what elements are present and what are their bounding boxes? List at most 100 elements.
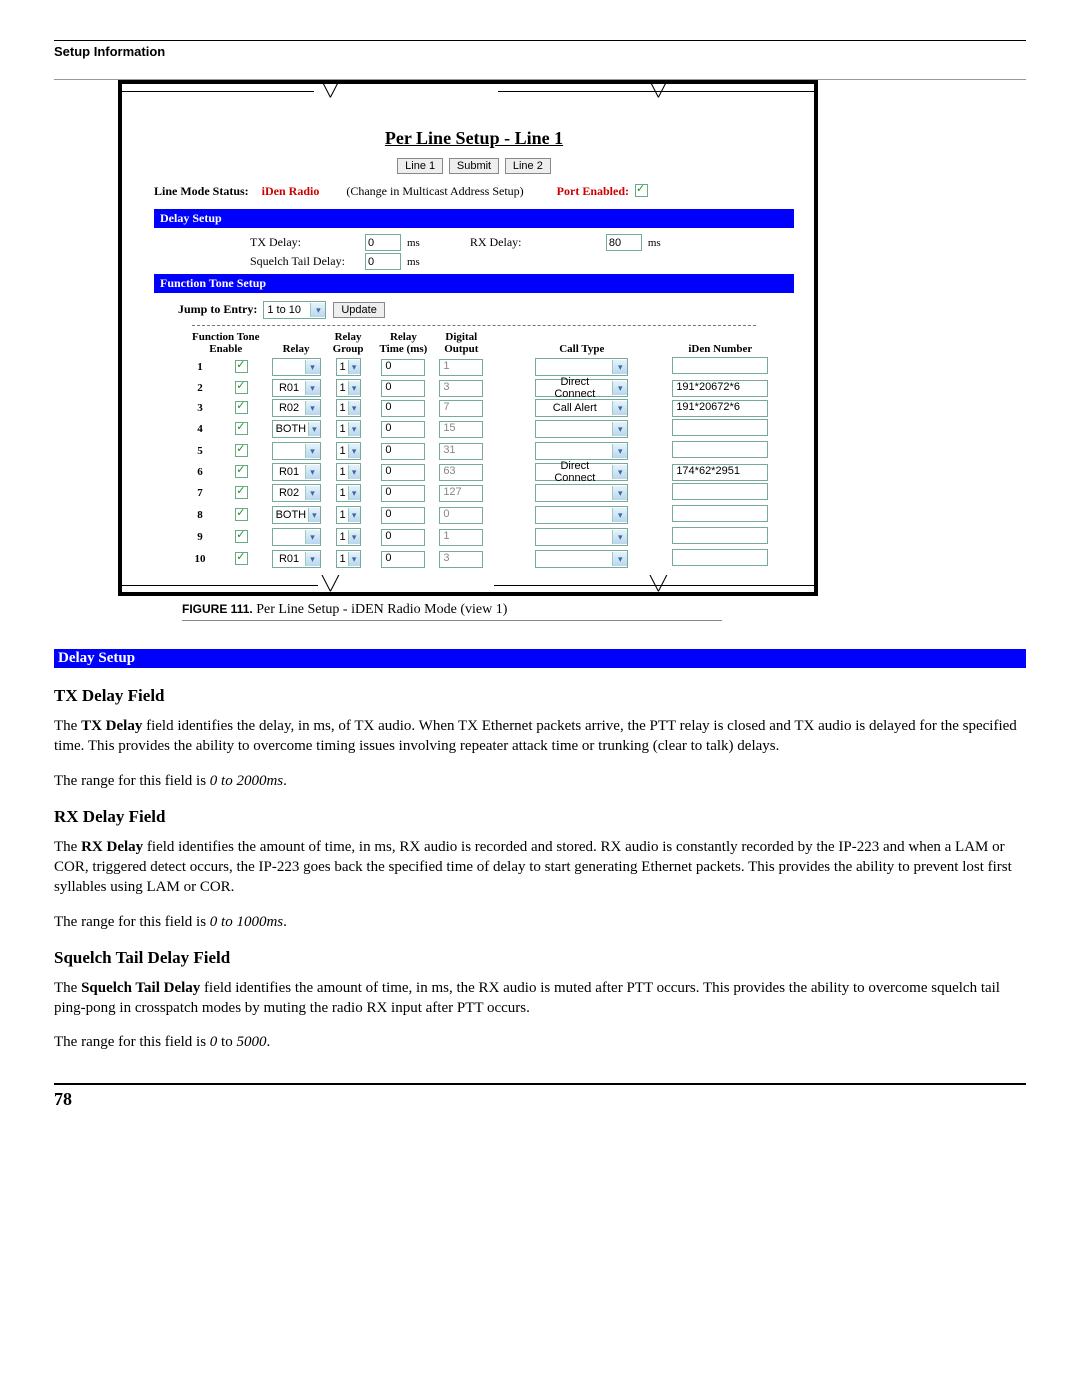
chevron-down-icon: ▾ — [310, 303, 325, 317]
relay-time-input[interactable]: 0 — [381, 421, 425, 438]
update-button[interactable]: Update — [333, 302, 384, 318]
call-type-select[interactable]: ▾ — [535, 420, 628, 438]
call-type-select[interactable]: Direct Connect▾ — [535, 463, 628, 481]
iden-number-input[interactable]: 174*62*2951 — [672, 464, 768, 481]
submit-button[interactable]: Submit — [449, 158, 499, 174]
chevron-down-icon: ▾ — [348, 360, 360, 374]
row-index: 4 — [184, 418, 216, 440]
relay-time-input[interactable]: 0 — [381, 464, 425, 481]
rx-delay-unit: ms — [648, 237, 661, 249]
enable-checkbox[interactable] — [235, 444, 248, 457]
squelch-delay-input[interactable] — [365, 253, 401, 270]
tx-delay-unit: ms — [407, 237, 420, 249]
iden-number-input[interactable] — [672, 357, 768, 374]
chevron-down-icon: ▾ — [612, 552, 627, 566]
call-type-select[interactable]: ▾ — [535, 442, 628, 460]
enable-checkbox[interactable] — [235, 465, 248, 478]
relay-select[interactable]: R02▾ — [272, 399, 321, 417]
rx-delay-input[interactable] — [606, 234, 642, 251]
enable-checkbox[interactable] — [235, 381, 248, 394]
line1-button[interactable]: Line 1 — [397, 158, 443, 174]
relay-group-select[interactable]: 1▾ — [336, 399, 361, 417]
relay-select[interactable]: R02▾ — [272, 484, 321, 502]
relay-time-input[interactable]: 0 — [381, 359, 425, 376]
dashed-divider — [192, 325, 756, 326]
cut-bottom: ╲╱╲╱ — [122, 578, 814, 592]
relay-select[interactable]: ▾ — [272, 358, 321, 376]
relay-time-input[interactable]: 0 — [381, 529, 425, 546]
function-tone-table: Function ToneEnable Relay RelayGroup Rel… — [184, 330, 772, 570]
relay-select[interactable]: BOTH▾ — [272, 420, 321, 438]
call-type-select[interactable]: Direct Connect▾ — [535, 379, 628, 397]
chevron-down-icon: ▾ — [612, 530, 627, 544]
port-enabled-label: Port Enabled: — [557, 184, 629, 198]
relay-group-select[interactable]: 1▾ — [336, 528, 361, 546]
call-type-select[interactable]: ▾ — [535, 506, 628, 524]
relay-group-select[interactable]: 1▾ — [336, 420, 361, 438]
footer: 78 — [54, 1083, 1026, 1110]
table-row: 8BOTH▾1▾00▾ — [184, 504, 772, 526]
relay-group-select[interactable]: 1▾ — [336, 358, 361, 376]
iden-number-input[interactable] — [672, 527, 768, 544]
relay-time-input[interactable]: 0 — [381, 443, 425, 460]
relay-time-input[interactable]: 0 — [381, 400, 425, 417]
enable-checkbox[interactable] — [235, 508, 248, 521]
iden-number-input[interactable] — [672, 483, 768, 500]
relay-group-select[interactable]: 1▾ — [336, 379, 361, 397]
enable-checkbox[interactable] — [235, 552, 248, 565]
relay-time-input[interactable]: 0 — [381, 551, 425, 568]
sq-delay-p1: The Squelch Tail Delay field identifies … — [54, 978, 1026, 1019]
enable-checkbox[interactable] — [235, 360, 248, 373]
chevron-down-icon: ▾ — [348, 552, 360, 566]
tx-delay-input[interactable] — [365, 234, 401, 251]
chevron-down-icon: ▾ — [348, 486, 360, 500]
chevron-down-icon: ▾ — [305, 486, 320, 500]
relay-time-input[interactable]: 0 — [381, 380, 425, 397]
squelch-delay-label: Squelch Tail Delay: — [250, 254, 355, 269]
relay-select[interactable]: R01▾ — [272, 379, 321, 397]
relay-time-input[interactable]: 0 — [381, 485, 425, 502]
digital-output: 63 — [439, 464, 483, 481]
jump-select[interactable]: 1 to 10▾ — [263, 301, 326, 319]
relay-group-select[interactable]: 1▾ — [336, 484, 361, 502]
squelch-delay-unit: ms — [407, 256, 420, 268]
line2-button[interactable]: Line 2 — [505, 158, 551, 174]
call-type-select[interactable]: ▾ — [535, 528, 628, 546]
relay-select[interactable]: ▾ — [272, 528, 321, 546]
relay-group-select[interactable]: 1▾ — [336, 550, 361, 568]
enable-checkbox[interactable] — [235, 422, 248, 435]
call-type-select[interactable]: ▾ — [535, 484, 628, 502]
relay-select[interactable]: ▾ — [272, 442, 321, 460]
chevron-down-icon: ▾ — [305, 465, 320, 479]
call-type-select[interactable]: ▾ — [535, 550, 628, 568]
table-row: 9▾1▾01▾ — [184, 526, 772, 548]
row-index: 7 — [184, 482, 216, 504]
enable-checkbox[interactable] — [235, 486, 248, 499]
iden-number-input[interactable]: 191*20672*6 — [672, 400, 768, 417]
call-type-select[interactable]: ▾ — [535, 358, 628, 376]
chevron-down-icon: ▾ — [348, 444, 360, 458]
relay-time-input[interactable]: 0 — [381, 507, 425, 524]
enable-checkbox[interactable] — [235, 530, 248, 543]
delay-setup-heading: Delay Setup — [54, 649, 1026, 668]
chevron-down-icon: ▾ — [612, 486, 627, 500]
iden-number-input[interactable] — [672, 505, 768, 522]
call-type-select[interactable]: Call Alert▾ — [535, 399, 628, 417]
chevron-down-icon: ▾ — [612, 465, 627, 479]
port-enabled-checkbox[interactable] — [635, 184, 648, 197]
relay-group-select[interactable]: 1▾ — [336, 463, 361, 481]
relay-select[interactable]: BOTH▾ — [272, 506, 321, 524]
iden-number-input[interactable] — [672, 441, 768, 458]
chevron-down-icon: ▾ — [612, 508, 627, 522]
chevron-down-icon: ▾ — [348, 381, 360, 395]
iden-number-input[interactable] — [672, 549, 768, 566]
relay-select[interactable]: R01▾ — [272, 463, 321, 481]
iden-number-input[interactable]: 191*20672*6 — [672, 380, 768, 397]
jump-label: Jump to Entry: — [178, 302, 257, 316]
relay-group-select[interactable]: 1▾ — [336, 442, 361, 460]
rx-delay-p2: The range for this field is 0 to 1000ms. — [54, 912, 1026, 932]
iden-number-input[interactable] — [672, 419, 768, 436]
relay-group-select[interactable]: 1▾ — [336, 506, 361, 524]
relay-select[interactable]: R01▾ — [272, 550, 321, 568]
enable-checkbox[interactable] — [235, 401, 248, 414]
